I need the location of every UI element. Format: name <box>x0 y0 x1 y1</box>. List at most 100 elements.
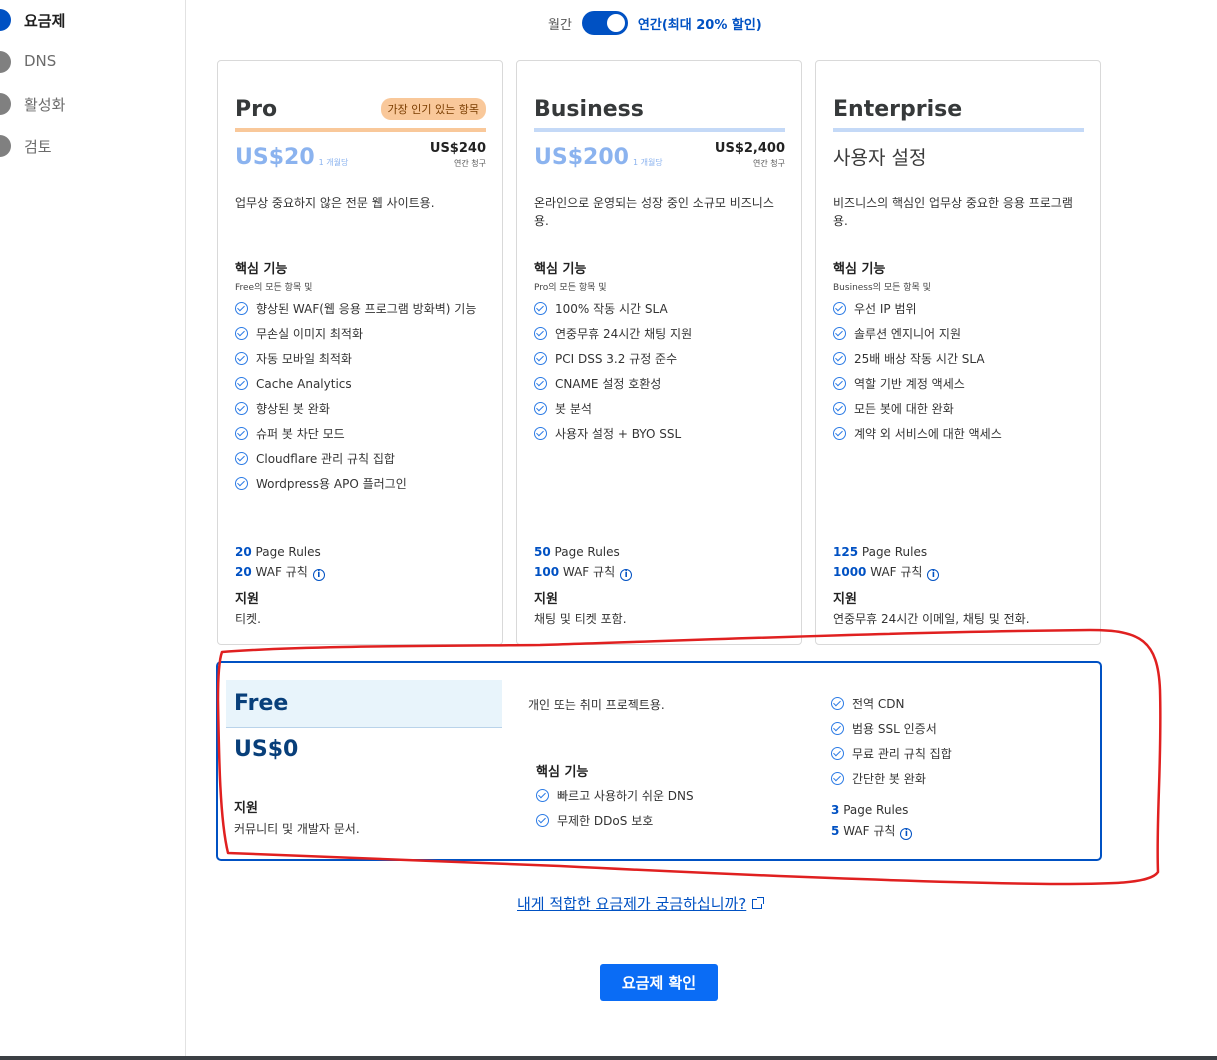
feature-item: PCI DSS 3.2 규정 준수 <box>534 351 785 367</box>
monthly-price: US$20 1 개월당 <box>235 145 359 170</box>
yearly-label[interactable]: 연간(최대 20% 할인) <box>638 14 762 33</box>
check-circle-icon <box>833 402 846 415</box>
step-indicator <box>0 93 11 115</box>
feature-item: 자동 모바일 최적화 <box>235 351 486 367</box>
info-icon[interactable]: i <box>620 569 633 581</box>
check-circle-icon <box>833 377 846 390</box>
inherit-note: Free의 모든 항목 및 <box>235 283 313 293</box>
feature-text: 범용 SSL 인증서 <box>852 722 937 736</box>
feature-item: Cache Analytics <box>235 376 486 392</box>
inherit-note: Business의 모든 항목 및 <box>833 283 931 293</box>
plan-name: Business <box>534 97 644 122</box>
feature-item: 역할 기반 계정 액세스 <box>833 376 1084 392</box>
feature-text: 솔루션 엔지니어 지원 <box>854 327 961 341</box>
feature-item: 간단한 봇 완화 <box>831 771 1071 787</box>
yearly-price-note: 연간 청구 <box>454 159 486 168</box>
feature-list: 우선 IP 범위 솔루션 엔지니어 지원 25배 배상 작동 시간 SLA 역할… <box>833 301 1084 451</box>
setup-steps-sidebar: 요금제 DNS 활성화 검토 <box>0 0 186 1060</box>
info-icon[interactable]: i <box>927 569 940 581</box>
plan-name: Pro <box>235 97 278 122</box>
plan-help-link[interactable]: 내게 적합한 요금제가 궁금하십니까? <box>517 893 765 914</box>
price-period: 1 개월당 <box>318 158 349 167</box>
feature-item: 연중무휴 24시간 채팅 지원 <box>534 326 785 342</box>
confirm-plan-button[interactable]: 요금제 확인 <box>600 964 718 1001</box>
feature-text: PCI DSS 3.2 규정 준수 <box>555 352 678 366</box>
core-features-heading: 핵심 기능 <box>536 765 589 780</box>
popular-badge: 가장 인기 있는 항목 <box>380 98 486 120</box>
plan-limits: 3 Page Rules 5 WAF 규칙 i <box>831 800 913 842</box>
feature-item: 사용자 설정 + BYO SSL <box>534 426 785 442</box>
info-icon[interactable]: i <box>900 828 913 840</box>
page-rules-label: Page Rules <box>255 545 321 559</box>
step-label: 검토 <box>24 138 52 156</box>
info-icon[interactable]: i <box>312 569 325 581</box>
plan-card-pro[interactable]: Pro 가장 인기 있는 항목 US$20 1 개월당 US$240 연간 청구… <box>217 60 503 645</box>
feature-text: 100% 작동 시간 SLA <box>555 302 668 316</box>
feature-text: Cache Analytics <box>256 377 352 391</box>
yearly-price-value: US$2,400 <box>714 141 785 156</box>
waf-rules-limit: 100 WAF 규칙 i <box>534 562 633 582</box>
plan-card-business[interactable]: Business US$200 1 개월당 US$2,400 연간 청구 온라인… <box>516 60 802 645</box>
page-rules-label: Page Rules <box>554 545 620 559</box>
check-circle-icon <box>235 452 248 465</box>
feature-text: Wordpress용 APO 플러그인 <box>256 477 407 491</box>
step-label: DNS <box>24 52 57 70</box>
feature-item: 25배 배상 작동 시간 SLA <box>833 351 1084 367</box>
feature-text: 빠르고 사용하기 쉬운 DNS <box>557 789 694 803</box>
check-circle-icon <box>831 747 844 760</box>
page-rules-limit: 3 Page Rules <box>831 800 912 821</box>
page-rules-count: 20 <box>235 545 252 559</box>
feature-item: 모든 봇에 대한 완화 <box>833 401 1084 417</box>
plan-accent-bar <box>534 128 785 132</box>
price-value: US$0 <box>234 737 299 762</box>
feature-item: 무료 관리 규칙 집합 <box>831 746 1071 762</box>
feature-list: 100% 작동 시간 SLA 연중무휴 24시간 채팅 지원 PCI DSS 3… <box>534 301 785 451</box>
step-indicator <box>0 9 11 31</box>
plan-limits: 50 Page Rules 100 WAF 규칙 i <box>534 542 633 582</box>
feature-text: 슈퍼 봇 차단 모드 <box>256 427 345 441</box>
feature-text: 봇 분석 <box>555 402 592 416</box>
page-rules-limit: 20 Page Rules <box>235 542 325 562</box>
plan-accent-bar <box>833 128 1084 132</box>
plan-card-free[interactable]: Free US$0 지원 커뮤니티 및 개발자 문서. 개인 또는 취미 프로젝… <box>216 661 1102 861</box>
billing-period-toggle[interactable] <box>581 11 628 35</box>
waf-rules-limit: 1000 WAF 규칙 i <box>833 562 940 582</box>
feature-item: 향상된 WAF(웹 응용 프로그램 방화벽) 기능 <box>235 301 486 317</box>
check-circle-icon <box>235 302 248 315</box>
feature-item: 범용 SSL 인증서 <box>831 721 1071 737</box>
plan-card-enterprise[interactable]: Enterprise 사용자 설정 비즈니스의 핵심인 업무상 중요한 응용 프… <box>815 60 1101 645</box>
support-heading: 지원 <box>833 592 857 607</box>
waf-rules-limit: 20 WAF 규칙 i <box>235 562 325 582</box>
plan-description: 비즈니스의 핵심인 업무상 중요한 응용 프로그램용. <box>833 196 1073 228</box>
yearly-price-value: US$240 <box>429 141 486 156</box>
monthly-label[interactable]: 월간 <box>548 14 572 33</box>
support-heading: 지원 <box>235 592 259 607</box>
waf-rules-count: 5 <box>831 824 840 838</box>
feature-text: 모든 봇에 대한 완화 <box>854 402 954 416</box>
price-value: US$200 <box>534 145 629 170</box>
waf-rules-label: WAF 규칙 <box>562 565 616 579</box>
billing-period-toggle-group: 월간 연간(최대 20% 할인) <box>548 10 762 36</box>
check-circle-icon <box>833 327 846 340</box>
check-circle-icon <box>831 772 844 785</box>
feature-item: 우선 IP 범위 <box>833 301 1084 317</box>
inherit-note: Pro의 모든 항목 및 <box>534 283 607 293</box>
plan-accent-bar <box>235 128 486 132</box>
waf-rules-count: 1000 <box>833 565 867 579</box>
step-indicator <box>0 51 11 73</box>
check-circle-icon <box>833 302 846 315</box>
check-circle-icon <box>235 352 248 365</box>
plan-limits: 125 Page Rules 1000 WAF 규칙 i <box>833 542 940 582</box>
check-circle-icon <box>534 377 547 390</box>
check-circle-icon <box>831 722 844 735</box>
plan-description: 개인 또는 취미 프로젝트용. <box>528 698 665 712</box>
page-rules-count: 50 <box>534 545 551 559</box>
waf-rules-label: WAF 규칙 <box>870 565 923 579</box>
check-circle-icon <box>536 814 549 827</box>
support-heading: 지원 <box>234 801 258 816</box>
page-rules-limit: 50 Page Rules <box>534 542 632 562</box>
feature-list: 향상된 WAF(웹 응용 프로그램 방화벽) 기능 무손실 이미지 최적화 자동… <box>235 301 486 501</box>
waf-rules-count: 20 <box>235 565 252 579</box>
feature-item: 100% 작동 시간 SLA <box>534 301 785 317</box>
feature-item: 봇 분석 <box>534 401 785 417</box>
